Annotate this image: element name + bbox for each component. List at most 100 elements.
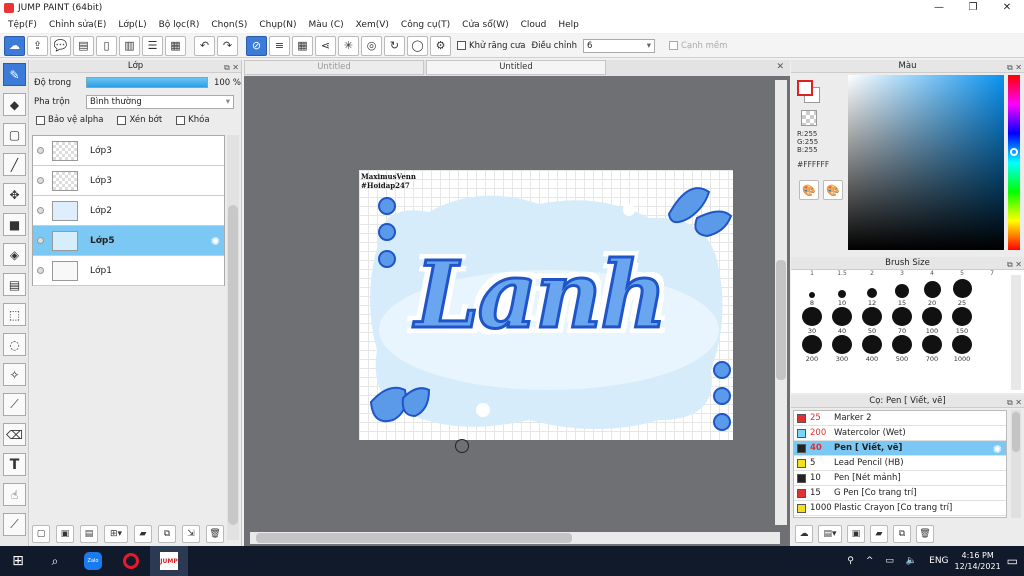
protect-alpha-checkbox[interactable] [36, 115, 45, 125]
layer-row[interactable]: Lớp1 [33, 256, 224, 286]
brush-size-option[interactable]: 200 [797, 335, 827, 363]
new-8bit-layer-button[interactable]: ▤ [80, 525, 98, 543]
brush-size-option[interactable]: 8 [797, 279, 827, 307]
taskbar-jump-paint[interactable]: JUMP [150, 546, 188, 576]
close-button[interactable]: ✕ [990, 0, 1024, 16]
close-tab-icon[interactable]: ✕ [776, 62, 784, 72]
foreground-color-swatch[interactable] [797, 80, 813, 96]
curve-snap-button[interactable]: ↻ [384, 35, 405, 56]
delete-brush-button[interactable]: 🗑 [916, 525, 934, 543]
brush-duplicate-button[interactable]: ⧉ [893, 525, 911, 543]
brush-folder-button[interactable]: ▰ [870, 525, 888, 543]
perspective-snap-button[interactable]: ⋖ [315, 35, 336, 56]
rect-select-tool[interactable]: ⬚ [3, 303, 26, 326]
brush-preset-item[interactable]: 1000 Plastic Crayon [Co trang trí] [794, 501, 1006, 516]
brush-size-option[interactable]: 25 [947, 279, 977, 307]
brush-size-option[interactable]: 40 [827, 307, 857, 335]
preset-scrollbar[interactable] [1011, 410, 1021, 518]
preset-settings-gear-icon[interactable]: ✺ [993, 443, 1002, 456]
brush-size-option[interactable]: 30 [797, 307, 827, 335]
panel-close-icon[interactable]: ✕ [232, 63, 239, 72]
brush-size-option[interactable]: 20 [917, 279, 947, 307]
panel-float-icon[interactable]: ⧉ [224, 63, 230, 72]
menu-capture[interactable]: Chụp(N) [253, 20, 302, 30]
eraser-tool[interactable]: ◆ [3, 93, 26, 116]
hue-slider-knob[interactable] [1010, 148, 1018, 156]
panel-float-icon[interactable]: ⧉ [1007, 398, 1013, 407]
layer-row-selected[interactable]: Lớp5 ✺ [33, 226, 224, 256]
adjust-select[interactable]: 6 [582, 38, 655, 53]
visibility-eye-icon[interactable] [37, 177, 44, 184]
lock-checkbox[interactable] [176, 115, 186, 125]
tab-untitled-1[interactable]: Untitled [244, 60, 424, 75]
brush-preset-item[interactable]: 200 Watercolor (Wet) [794, 426, 1006, 441]
add-brush-button[interactable]: ▤▾ [818, 525, 842, 543]
grid-snap-button[interactable]: ▦ [292, 35, 313, 56]
circle-snap-button[interactable]: ◎ [361, 35, 382, 56]
undo-button[interactable]: ↶ [194, 35, 215, 56]
select-pen-tool[interactable]: ⟋ [3, 393, 26, 416]
magic-wand-tool[interactable]: ✧ [3, 363, 26, 386]
blend-mode-select[interactable]: Bình thường [86, 94, 234, 109]
move-tool[interactable]: ✥ [3, 183, 26, 206]
brush-preset-item[interactable]: 10 Pen [Nét mảnh] [794, 471, 1006, 486]
volume-icon[interactable]: 🔈 [906, 556, 917, 566]
hue-slider[interactable] [1008, 75, 1020, 250]
eyedropper-tool[interactable]: ⟋ [3, 513, 26, 536]
radial-snap-button[interactable]: ✳ [338, 35, 359, 56]
brush-size-option[interactable]: 70 [887, 307, 917, 335]
visibility-eye-icon[interactable] [37, 237, 44, 244]
maximize-button[interactable]: ❐ [956, 0, 990, 16]
page-button[interactable]: ▯ [96, 35, 117, 56]
layer-settings-gear-icon[interactable]: ✺ [211, 235, 220, 248]
panel-close-icon[interactable]: ✕ [1015, 63, 1022, 72]
menu-filter[interactable]: Bộ lọc(R) [153, 20, 206, 30]
menu-window[interactable]: Cửa sổ(W) [456, 20, 514, 30]
transparent-color-swatch[interactable] [801, 110, 817, 126]
line-tool[interactable]: ╱ [3, 153, 26, 176]
brush-tool[interactable]: ✎ [3, 63, 26, 86]
brush-preset-item[interactable]: 25 Marker 2 [794, 411, 1006, 426]
menu-color[interactable]: Màu (C) [303, 20, 350, 30]
layer-scrollbar[interactable] [227, 135, 239, 540]
tray-arrow-icon[interactable]: ^ [866, 556, 874, 566]
operation-tool[interactable]: ☝ [3, 483, 26, 506]
menu-help[interactable]: Help [552, 20, 585, 30]
brush-size-option[interactable]: 15 [887, 279, 917, 307]
tab-untitled-2[interactable]: Untitled [426, 60, 606, 75]
lasso-tool[interactable]: ◌ [3, 333, 26, 356]
layer-row[interactable]: Lớp2 [33, 196, 224, 226]
menu-layer[interactable]: Lớp(L) [112, 20, 152, 30]
layer-row[interactable]: Lớp3 [33, 136, 224, 166]
text-tool[interactable]: T [3, 453, 26, 476]
panel-close-icon[interactable]: ✕ [1015, 398, 1022, 407]
cloud-brush-button[interactable]: ☁ [795, 525, 813, 543]
notification-icon[interactable]: ▭ [1007, 554, 1018, 568]
brush-size-scrollbar[interactable] [1011, 275, 1021, 390]
fill-rect-tool[interactable]: ■ [3, 213, 26, 236]
layer-row[interactable]: Lớp3 [33, 166, 224, 196]
brush-preset-item[interactable]: 15 G Pen [Co trang trí] [794, 486, 1006, 501]
network-icon[interactable]: ▭ [885, 556, 894, 566]
list-button[interactable]: ☰ [142, 35, 163, 56]
panel-close-icon[interactable]: ✕ [1015, 260, 1022, 269]
brush-size-option[interactable]: 50 [857, 307, 887, 335]
smooth-edge-checkbox[interactable] [668, 41, 678, 50]
palette-icon[interactable]: 🎨 [799, 180, 819, 200]
brush-size-option[interactable]: 10 [827, 279, 857, 307]
brush-size-option[interactable]: 100 [917, 307, 947, 335]
cloud-sync-button[interactable]: ☁ [4, 35, 25, 56]
saturation-value-picker[interactable] [848, 75, 1004, 250]
parallel-snap-button[interactable]: ≡ [269, 35, 290, 56]
gradient-tool[interactable]: ▤ [3, 273, 26, 296]
canvas-horizontal-scrollbar[interactable] [250, 532, 780, 544]
brush-size-option[interactable]: 400 [857, 335, 887, 363]
brush-copy-button[interactable]: ▣ [847, 525, 865, 543]
panel-float-icon[interactable]: ⧉ [1007, 260, 1013, 269]
select-eraser-tool[interactable]: ⌫ [3, 423, 26, 446]
new-folder-button[interactable]: ▰ [134, 525, 152, 543]
clock[interactable]: 4:16 PM 12/14/2021 [955, 550, 1001, 572]
panel-float-icon[interactable]: ⧉ [1007, 63, 1013, 72]
new-text-layer-button[interactable]: ▣ [56, 525, 74, 543]
snap-off-button[interactable]: ⊘ [246, 35, 267, 56]
